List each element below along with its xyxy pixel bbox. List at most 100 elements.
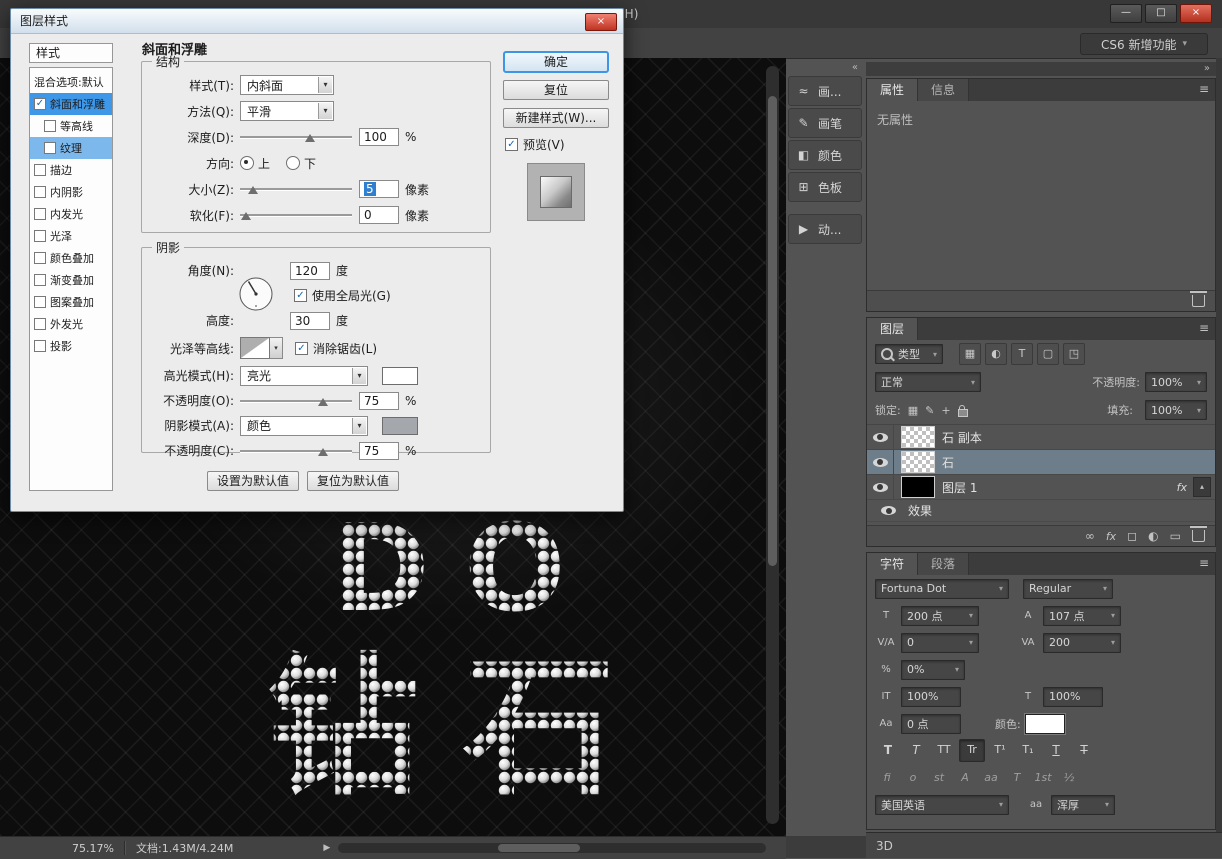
style-item-texture[interactable]: 纹理 [30,137,112,159]
contour-picker-icon[interactable]: ▾ [270,337,283,359]
tab-layers[interactable]: 图层 [867,318,918,340]
superscript-button[interactable]: T¹ [987,739,1013,762]
layer-row-selected[interactable]: 石 [867,450,1215,475]
direction-down-radio[interactable] [286,156,300,170]
anti-alias-select[interactable]: 浑厚 ▾ [1051,795,1115,815]
ok-button[interactable]: 确定 [503,51,609,73]
filter-adjustment-layers-icon[interactable]: ◐ [985,343,1007,365]
lock-all-icon[interactable] [958,409,968,417]
text-color-swatch[interactable] [1025,714,1065,734]
slider-thumb[interactable] [318,398,328,406]
underline-button[interactable]: T [1043,739,1069,762]
delete-layer-icon[interactable] [1192,530,1205,542]
checkbox-unchecked[interactable] [34,186,46,198]
tracking-field[interactable]: 200 ▾ [1043,633,1121,653]
link-layers-icon[interactable]: ∞ [1085,529,1095,543]
tab-character[interactable]: 字符 [867,553,918,575]
highlight-mode-select[interactable]: 亮光 ▾ [240,366,368,386]
layer-thumbnail[interactable] [901,476,935,498]
panel-button-brush[interactable]: ✎ 画笔 [788,108,862,138]
shadow-opacity-slider[interactable] [240,443,352,459]
slider-thumb[interactable] [241,212,251,220]
size-slider[interactable] [240,181,352,197]
style-item-contour[interactable]: 等高线 [30,115,112,137]
checkbox-unchecked[interactable] [34,296,46,308]
direction-up-radio[interactable] [240,156,254,170]
panel-button-actions[interactable]: ▶ 动... [788,214,862,244]
cs6-new-features-button[interactable]: CS6 新增功能 ▾ [1080,33,1208,55]
layer-row[interactable]: 石 副本 [867,425,1215,450]
checkbox-unchecked[interactable] [44,142,56,154]
soften-slider[interactable] [240,207,352,223]
depth-input[interactable]: 100 [359,128,399,146]
style-item-blending-options[interactable]: 混合选项:默认 [30,71,112,93]
size-input[interactable]: 5 [359,180,399,198]
trash-icon[interactable] [1192,295,1205,307]
zoom-level[interactable]: 75.17% [58,842,114,855]
reset-default-button[interactable]: 复位为默认值 [307,471,399,491]
small-caps-button[interactable]: Tr [959,739,985,762]
checkbox-unchecked[interactable] [34,318,46,330]
panel-button-color[interactable]: ◧ 颜色 [788,140,862,170]
style-item-inner-shadow[interactable]: 内阴影 [30,181,112,203]
canvas-vertical-scrollbar[interactable] [766,66,779,824]
style-item-pattern-overlay[interactable]: 图案叠加 [30,291,112,313]
font-size-field[interactable]: 200 点 ▾ [901,606,979,626]
panel-button-swatches[interactable]: ⊞ 色板 [788,172,862,202]
canvas-horizontal-scrollbar[interactable] [338,843,766,853]
layer-thumbnail[interactable] [901,426,935,448]
layer-name[interactable]: 石 [942,454,954,471]
panel-button-brush-presets[interactable]: ≈ 画... [788,76,862,106]
set-default-button[interactable]: 设置为默认值 [207,471,299,491]
checkbox-unchecked[interactable] [34,164,46,176]
stylistic-alternates-button[interactable]: aa [979,768,1003,788]
swash-button[interactable]: A [953,768,977,788]
lock-pixels-icon[interactable]: ✎ [925,404,934,417]
opacity-field[interactable]: 100% ▾ [1145,372,1207,392]
status-popup-icon[interactable]: ▶ [323,843,330,853]
eye-toggle[interactable] [867,450,894,474]
checkbox-unchecked[interactable] [34,340,46,352]
panel-menu-icon[interactable]: ≡ [1199,556,1209,570]
shadow-color-swatch[interactable] [382,417,418,435]
restore-icon[interactable]: □ [1145,4,1177,23]
collapse-effects-icon[interactable]: ▴ [1193,477,1211,497]
dialog-title[interactable]: 图层样式 [11,9,623,34]
style-item-satin[interactable]: 光泽 [30,225,112,247]
add-mask-icon[interactable]: ◻ [1127,529,1137,543]
layer-name[interactable]: 石 副本 [942,429,982,446]
eye-toggle[interactable] [867,425,894,449]
style-item-bevel-emboss[interactable]: ✓ 斜面和浮雕 [30,93,112,115]
highlight-color-swatch[interactable] [382,367,418,385]
new-group-icon[interactable]: ▭ [1170,529,1181,543]
slider-thumb[interactable] [318,448,328,456]
ligatures-button[interactable]: fi [875,768,899,788]
add-layer-style-icon[interactable]: fx [1106,530,1116,543]
all-caps-button[interactable]: TT [931,739,957,762]
ordinals-button[interactable]: 1st [1031,768,1055,788]
angle-dial[interactable] [238,276,274,312]
strikethrough-button[interactable]: T [1071,739,1097,762]
lock-transparency-icon[interactable]: ▦ [908,404,918,417]
panel-tab-3d[interactable]: 3D [866,832,1222,858]
discretionary-ligatures-button[interactable]: st [927,768,951,788]
eye-icon[interactable] [881,506,896,515]
faux-bold-button[interactable]: T [875,739,901,762]
highlight-opacity-input[interactable]: 75 [359,392,399,410]
layer-name[interactable]: 图层 1 [942,479,977,496]
layer-row[interactable]: 图层 1 fx ▴ [867,475,1215,500]
style-item-color-overlay[interactable]: 颜色叠加 [30,247,112,269]
preview-checkbox[interactable]: ✓ [505,138,518,151]
filter-type-layers-icon[interactable]: T [1011,343,1033,365]
lock-position-icon[interactable]: + [941,404,950,417]
faux-italic-button[interactable]: T [903,739,929,762]
style-item-stroke[interactable]: 描边 [30,159,112,181]
panel-menu-icon[interactable]: ≡ [1199,321,1209,335]
minimize-icon[interactable]: — [1110,4,1142,23]
language-select[interactable]: 美国英语 ▾ [875,795,1009,815]
style-item-gradient-overlay[interactable]: 渐变叠加 [30,269,112,291]
global-light-checkbox[interactable]: ✓ [294,289,307,302]
tab-properties[interactable]: 属性 [867,79,918,101]
eye-toggle[interactable] [867,475,894,499]
font-style-select[interactable]: Regular ▾ [1023,579,1113,599]
